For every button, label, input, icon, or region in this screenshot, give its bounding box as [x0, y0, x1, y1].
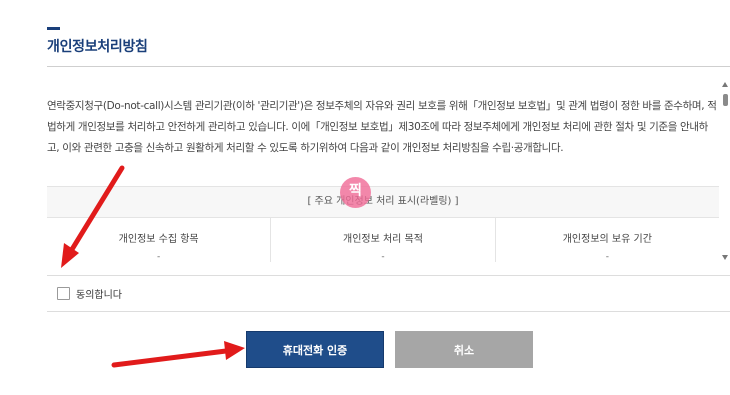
label-col-title: 개인정보의 보유 기간	[562, 234, 652, 245]
scrollbar-thumb[interactable]	[723, 94, 728, 106]
annotation-arrow-to-verify-button	[111, 341, 245, 368]
label-col-retention-period: 개인정보의 보유 기간 -	[494, 218, 719, 262]
cancel-button[interactable]: 취소	[395, 331, 533, 368]
label-col-title: 개인정보 수집 항목	[118, 234, 199, 245]
privacy-policy-scroll-box[interactable]: 연락중지청구(Do-not-call)시스템 관리기관(이하 '관리기관')은 …	[47, 80, 721, 262]
agreement-row: 동의합니다	[47, 275, 730, 312]
title-accent-bar	[47, 27, 60, 30]
agree-checkbox-label[interactable]: 동의합니다	[76, 286, 122, 301]
label-col-title: 개인정보 처리 목적	[343, 234, 423, 245]
phone-verification-button[interactable]: 휴대전화 인증	[246, 331, 384, 368]
page-title: 개인정보처리방침	[47, 39, 148, 55]
policy-scrollbar[interactable]	[721, 80, 730, 262]
scroll-up-arrow-icon[interactable]	[722, 82, 728, 87]
watermark-text: 찍	[349, 183, 362, 199]
label-col-value: -	[381, 252, 385, 262]
label-col-value: -	[157, 252, 161, 262]
title-divider	[47, 66, 730, 67]
labeling-table: [ 주요 개인정보 처리 표시(라벨링) ] 개인정보 수집 항목 - 개인정보…	[47, 186, 719, 262]
agree-checkbox[interactable]	[57, 287, 70, 300]
policy-intro-text: 연락중지청구(Do-not-call)시스템 관리기관(이하 '관리기관')은 …	[47, 100, 717, 154]
label-col-processing-purpose: 개인정보 처리 목적 -	[270, 218, 494, 262]
label-col-value: -	[605, 252, 609, 262]
scroll-down-arrow-icon[interactable]	[722, 255, 728, 260]
label-col-collection-items: 개인정보 수집 항목 -	[47, 218, 270, 262]
labeling-table-header: [ 주요 개인정보 처리 표시(라벨링) ]	[47, 187, 719, 218]
